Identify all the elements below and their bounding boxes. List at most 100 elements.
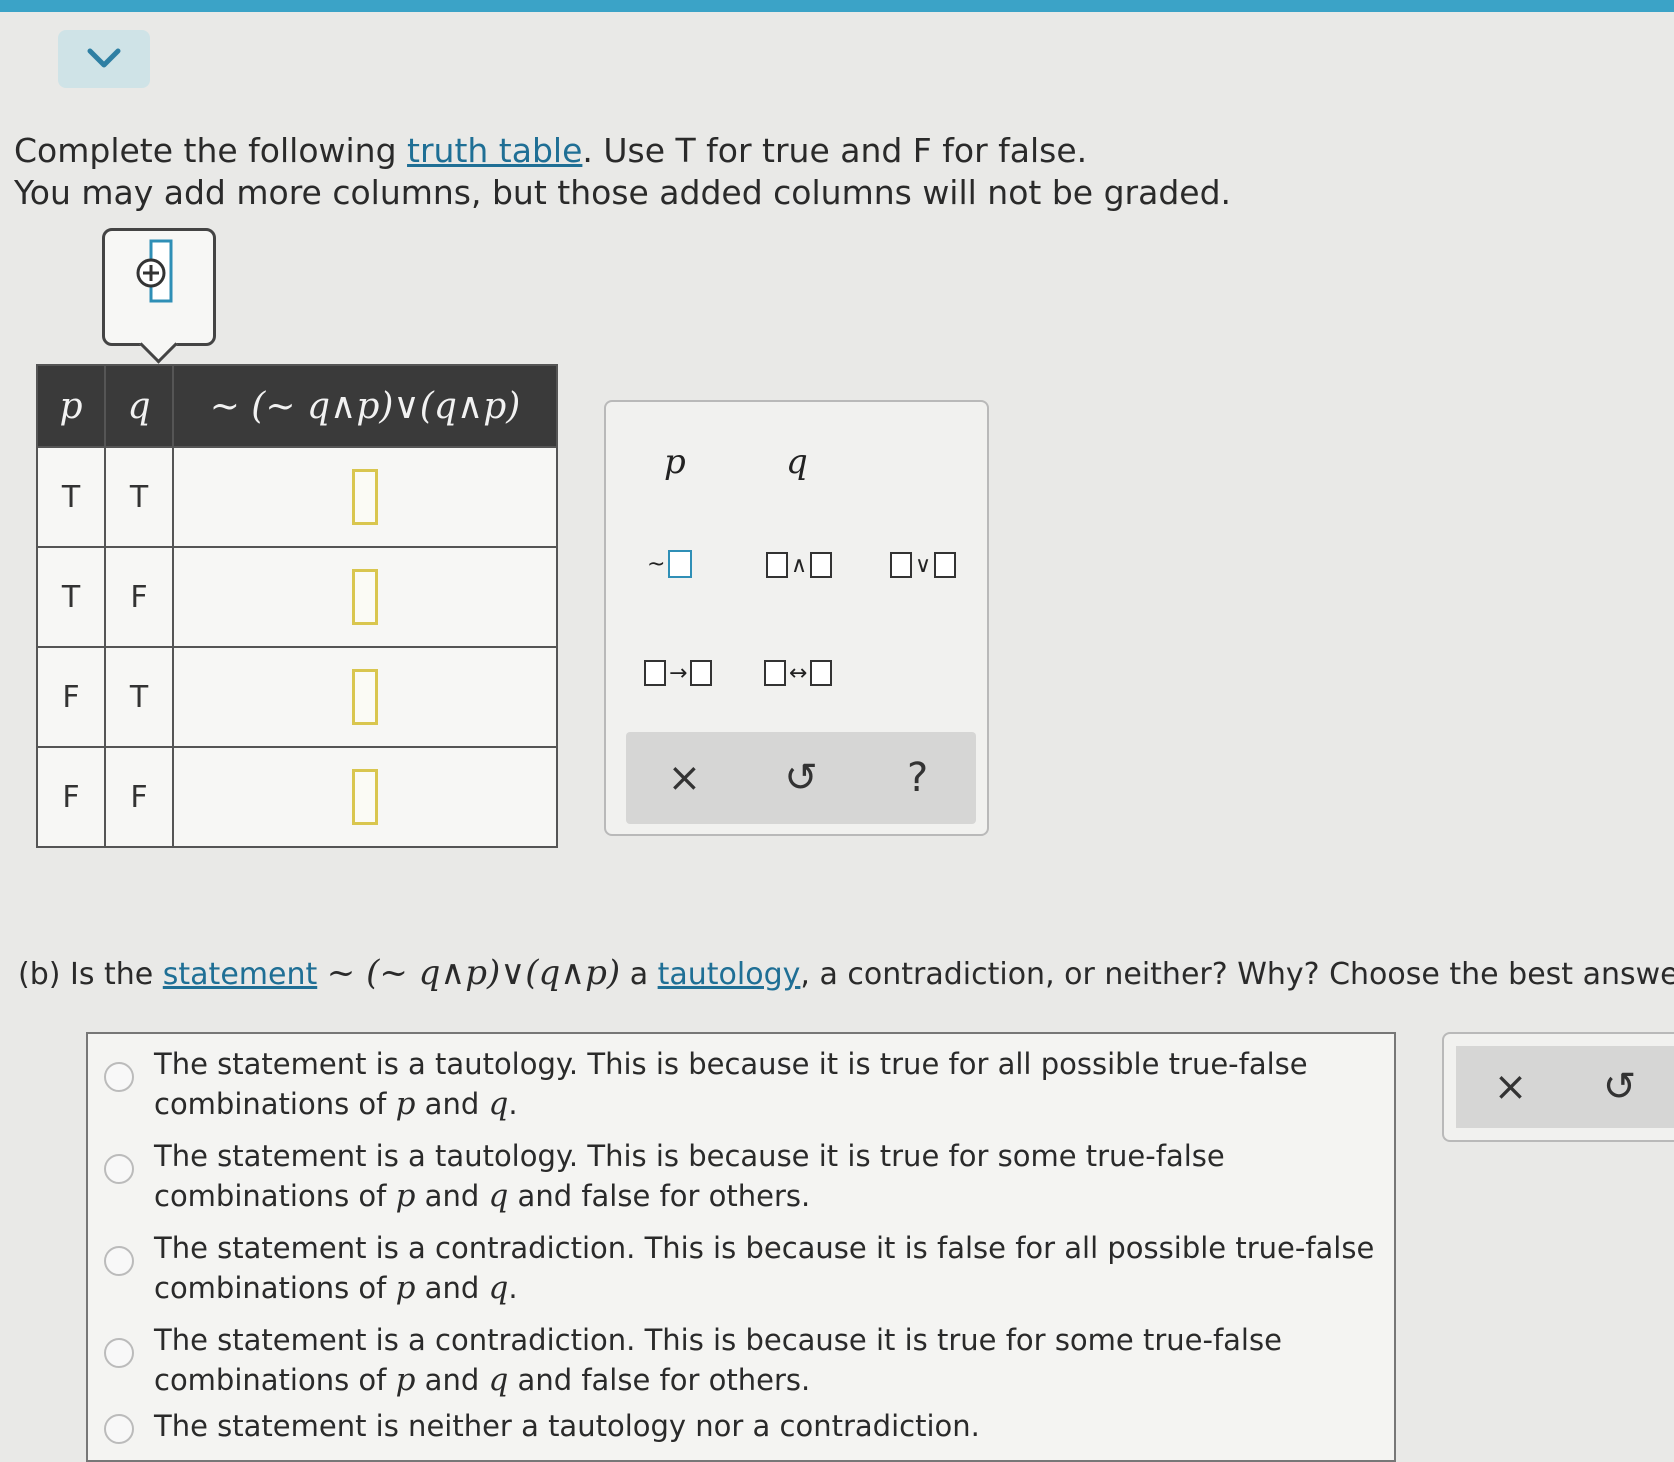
truth-table-header: p q ~ (~ q∧p)∨(q∧p) bbox=[36, 364, 558, 448]
clear-button[interactable]: × bbox=[654, 755, 714, 801]
question-text: a bbox=[620, 957, 658, 992]
answer-cell[interactable] bbox=[172, 446, 558, 548]
placeholder-box-icon bbox=[668, 550, 693, 578]
palette-p-button[interactable]: p bbox=[664, 442, 686, 482]
palette-not-button[interactable]: ~ bbox=[644, 550, 693, 578]
option-text: The statement is neither a tautology nor… bbox=[154, 1409, 980, 1443]
placeholder-box-icon bbox=[890, 552, 912, 578]
variable-q: q bbox=[488, 1178, 509, 1214]
variable-q: q bbox=[488, 1086, 509, 1122]
option-text: and bbox=[415, 1271, 489, 1305]
option-text: combinations of bbox=[154, 1363, 396, 1397]
answer-input[interactable] bbox=[352, 569, 378, 625]
header-q: q bbox=[104, 364, 174, 448]
placeholder-box-icon bbox=[766, 552, 788, 578]
undo-button[interactable]: ↺ bbox=[771, 755, 831, 801]
tautology-link[interactable]: tautology bbox=[658, 957, 801, 992]
truth-table: p q ~ (~ q∧p)∨(q∧p) T T T F F T F F bbox=[36, 364, 558, 848]
instruction-text: . Use T for true and F for false. bbox=[582, 131, 1088, 170]
radio-button[interactable] bbox=[104, 1246, 134, 1276]
placeholder-box-icon bbox=[644, 660, 666, 686]
answer-input[interactable] bbox=[352, 469, 378, 525]
palette-and-button[interactable]: ∧ bbox=[766, 552, 833, 578]
option-4[interactable]: The statement is a contradiction. This i… bbox=[104, 1320, 1282, 1400]
variable-p: p bbox=[395, 1270, 416, 1306]
placeholder-box-icon bbox=[810, 660, 833, 686]
table-row: T F bbox=[36, 546, 558, 648]
option-text: The statement is a contradiction. This i… bbox=[154, 1231, 1375, 1265]
placeholder-box-icon bbox=[810, 552, 833, 578]
palette-q-button[interactable]: q bbox=[786, 442, 808, 482]
top-accent-bar bbox=[0, 0, 1674, 12]
option-2[interactable]: The statement is a tautology. This is be… bbox=[104, 1136, 1225, 1216]
option-text: combinations of bbox=[154, 1179, 396, 1213]
cell-q: T bbox=[104, 446, 174, 548]
cell-p: F bbox=[36, 746, 106, 848]
option-text: . bbox=[508, 1271, 518, 1305]
radio-button[interactable] bbox=[104, 1414, 134, 1444]
answer-cell[interactable] bbox=[172, 646, 558, 748]
or-symbol: ∨ bbox=[915, 552, 932, 578]
statement-expression: ~ (~ q∧p)∨(q∧p) bbox=[326, 953, 621, 993]
placeholder-box-icon bbox=[690, 660, 713, 686]
and-symbol: ∧ bbox=[791, 552, 808, 578]
option-text: The statement is a tautology. This is be… bbox=[154, 1139, 1225, 1173]
answer-cell[interactable] bbox=[172, 746, 558, 848]
option-text: and bbox=[415, 1363, 489, 1397]
cell-p: T bbox=[36, 546, 106, 648]
answer-actions: × ↺ bbox=[1442, 1032, 1674, 1142]
cell-q: F bbox=[104, 546, 174, 648]
palette-iff-button[interactable]: ↔ bbox=[764, 660, 833, 686]
not-symbol: ~ bbox=[647, 551, 666, 577]
truth-table-link[interactable]: truth table bbox=[407, 131, 582, 170]
option-text: and bbox=[415, 1179, 489, 1213]
option-text: . bbox=[508, 1087, 518, 1121]
instructions: Complete the following truth table. Use … bbox=[14, 130, 1231, 214]
undo-button[interactable]: ↺ bbox=[1590, 1064, 1650, 1110]
help-button[interactable]: ? bbox=[888, 755, 948, 801]
variable-q: q bbox=[488, 1270, 509, 1306]
instruction-text: Complete the following bbox=[14, 131, 408, 170]
option-text: and bbox=[415, 1087, 489, 1121]
radio-button[interactable] bbox=[104, 1062, 134, 1092]
cell-q: T bbox=[104, 646, 174, 748]
answer-input[interactable] bbox=[352, 769, 378, 825]
cell-q: F bbox=[104, 746, 174, 848]
palette-actions: × ↺ ? bbox=[626, 732, 976, 824]
variable-q: q bbox=[488, 1362, 509, 1398]
answer-options: The statement is a tautology. This is be… bbox=[86, 1032, 1396, 1462]
table-row: F F bbox=[36, 746, 558, 848]
collapse-button[interactable] bbox=[58, 30, 150, 88]
add-column-button[interactable] bbox=[102, 228, 216, 364]
palette-implies-button[interactable]: → bbox=[644, 660, 713, 686]
palette-or-button[interactable]: ∨ bbox=[890, 552, 957, 578]
cell-p: F bbox=[36, 646, 106, 748]
header-expression: ~ (~ q∧p)∨(q∧p) bbox=[172, 364, 558, 448]
variable-p: p bbox=[395, 1086, 416, 1122]
option-text: The statement is a contradiction. This i… bbox=[154, 1323, 1282, 1357]
header-p: p bbox=[36, 364, 106, 448]
option-5[interactable]: The statement is neither a tautology nor… bbox=[104, 1406, 980, 1446]
cell-p: T bbox=[36, 446, 106, 548]
placeholder-box-icon bbox=[934, 552, 957, 578]
question-b: (b) Is the statement ~ (~ q∧p)∨(q∧p) a t… bbox=[18, 952, 1674, 996]
radio-button[interactable] bbox=[104, 1154, 134, 1184]
symbol-palette: p q ~ ∧ ∨ → ↔ × ↺ ? bbox=[604, 400, 989, 836]
radio-button[interactable] bbox=[104, 1338, 134, 1368]
instruction-text-line2: You may add more columns, but those adde… bbox=[14, 173, 1232, 212]
option-text: combinations of bbox=[154, 1271, 396, 1305]
answer-input[interactable] bbox=[352, 669, 378, 725]
iff-symbol: ↔ bbox=[789, 660, 808, 686]
option-text: combinations of bbox=[154, 1087, 396, 1121]
answer-cell[interactable] bbox=[172, 546, 558, 648]
add-column-icon bbox=[136, 239, 173, 303]
clear-button[interactable]: × bbox=[1481, 1064, 1541, 1110]
option-text: and false for others. bbox=[508, 1363, 811, 1397]
placeholder-box-icon bbox=[764, 660, 786, 686]
option-1[interactable]: The statement is a tautology. This is be… bbox=[104, 1044, 1308, 1124]
table-row: T T bbox=[36, 446, 558, 548]
statement-link[interactable]: statement bbox=[163, 957, 317, 992]
table-row: F T bbox=[36, 646, 558, 748]
variable-p: p bbox=[395, 1178, 416, 1214]
option-3[interactable]: The statement is a contradiction. This i… bbox=[104, 1228, 1374, 1308]
